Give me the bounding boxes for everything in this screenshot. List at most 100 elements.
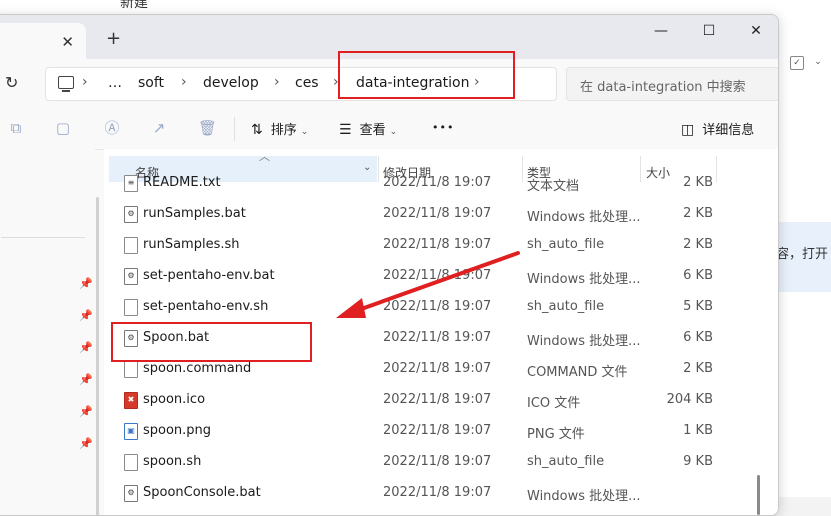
file-date: 2022/11/8 19:07 [383, 423, 492, 438]
refresh-icon[interactable]: ↻ [5, 73, 18, 92]
sort-icon: ⇅ [251, 122, 263, 138]
command-bar: ⧉ ▢ Ⓐ ↗ 🗑 ⇅ 排序 ⌄ ☰ 查看 ⌄ ••• ◫ 详细信息 [0, 109, 778, 150]
file-type: ICO 文件 [527, 396, 581, 411]
sort-ascending-icon: ︿ [259, 150, 270, 163]
file-row[interactable]: ⚙ SpoonConsole.bat 2022/11/8 19:07 Windows … [104, 477, 778, 508]
file-type: COMMAND 文件 [527, 365, 628, 380]
breadcrumb-more[interactable]: … [108, 75, 122, 91]
rename-icon[interactable]: Ⓐ [103, 119, 121, 137]
file-name[interactable]: spoon.sh [143, 454, 201, 469]
file-row[interactable]: ▣ spoon.png 2022/11/8 19:07 PNG 文件 1 KB [104, 415, 778, 446]
nav-scrollbar[interactable] [96, 197, 99, 515]
ico-icon: ✖ [124, 392, 138, 409]
file-date: 2022/11/8 19:07 [383, 454, 492, 469]
file-type: Windows 批处理... [527, 272, 641, 287]
toolbar-divider [234, 117, 235, 141]
file-date: 2022/11/8 19:07 [383, 392, 492, 407]
checkbox-icon[interactable]: ✓ [790, 56, 804, 70]
file-name[interactable]: set-pentaho-env.sh [143, 299, 268, 314]
minimize-icon[interactable]: — [651, 23, 671, 39]
file-size: 1 KB [683, 423, 713, 438]
file-row[interactable]: ≡ README.txt 2022/11/8 19:07 文本文档 2 KB [104, 167, 778, 198]
cut-icon[interactable]: ⧉ [7, 119, 25, 137]
pin-icon[interactable]: 📌 [79, 405, 93, 418]
file-date: 2022/11/8 19:07 [383, 175, 492, 190]
pin-icon[interactable]: 📌 [79, 277, 93, 290]
view-label: 查看 [359, 123, 386, 138]
delete-icon[interactable]: 🗑 [198, 119, 217, 137]
details-pane-icon: ◫ [681, 122, 695, 138]
sort-button[interactable]: ⇅ 排序 ⌄ [251, 119, 308, 138]
view-button[interactable]: ☰ 查看 ⌄ [339, 119, 397, 138]
file-row[interactable]: runSamples.sh 2022/11/8 19:07 sh_auto_file… [104, 229, 778, 260]
file-name[interactable]: README.txt [143, 175, 221, 190]
file-row[interactable]: ⚙ set-pentaho-env.bat 2022/11/8 19:07 Windo… [104, 260, 778, 291]
txt-icon: ≡ [124, 175, 138, 192]
file-row[interactable]: set-pentaho-env.sh 2022/11/8 19:07 sh_auto… [104, 291, 778, 322]
more-options-button[interactable]: ••• [432, 121, 454, 134]
file-name[interactable]: set-pentaho-env.bat [143, 268, 275, 283]
breadcrumb-soft[interactable]: soft [138, 75, 164, 91]
file-row[interactable]: ⚙ runSamples.bat 2022/11/8 19:07 Windows 批处… [104, 198, 778, 229]
details-label: 详细信息 [702, 123, 755, 138]
share-icon[interactable]: ↗ [150, 119, 168, 137]
this-pc-icon[interactable] [58, 76, 74, 92]
file-date: 2022/11/8 19:07 [383, 206, 492, 221]
breadcrumb-separator-icon: › [82, 74, 88, 90]
file-name[interactable]: SpoonConsole.bat [143, 485, 261, 500]
file-size: 9 KB [683, 454, 713, 469]
breadcrumb-develop[interactable]: develop [203, 75, 259, 91]
breadcrumb-separator-icon: › [181, 74, 187, 90]
explorer-tab[interactable]: ✕ [0, 23, 86, 59]
file-name[interactable]: runSamples.sh [143, 237, 239, 252]
pin-icon[interactable]: 📌 [79, 437, 93, 450]
file-name[interactable]: spoon.ico [143, 392, 205, 407]
file-row[interactable]: spoon.sh 2022/11/8 19:07 sh_auto_file 9 KB [104, 446, 778, 477]
file-icon [124, 299, 138, 316]
file-size: 2 KB [683, 237, 713, 252]
chevron-down-icon[interactable]: ⌄ [812, 56, 824, 68]
file-name[interactable]: spoon.png [143, 423, 211, 438]
file-date: 2022/11/8 19:07 [383, 299, 492, 314]
details-pane-button[interactable]: ◫ 详细信息 [681, 119, 754, 138]
annotation-box-address [338, 51, 515, 99]
file-type: Windows 批处理... [527, 210, 641, 225]
file-date: 2022/11/8 19:07 [383, 361, 492, 376]
tab-close-icon[interactable]: ✕ [61, 33, 74, 51]
nav-divider [1, 237, 85, 238]
file-name[interactable]: runSamples.bat [143, 206, 246, 221]
file-type: Windows 批处理... [527, 334, 641, 349]
file-size: 2 KB [683, 175, 713, 190]
file-name[interactable]: spoon.command [143, 361, 251, 376]
pin-icon[interactable]: 📌 [79, 373, 93, 386]
background-title-text: 新建 [120, 0, 148, 11]
file-icon [124, 237, 138, 254]
file-size: 5 KB [683, 299, 713, 314]
file-size: 204 KB [666, 392, 713, 407]
bat-icon: ⚙ [124, 206, 138, 223]
chevron-down-icon: ⌄ [389, 127, 398, 137]
new-tab-icon[interactable]: + [106, 28, 121, 49]
file-date: 2022/11/8 19:07 [383, 268, 492, 283]
view-icon: ☰ [339, 122, 352, 138]
close-icon[interactable]: ✕ [746, 23, 766, 39]
pin-icon[interactable]: 📌 [79, 341, 93, 354]
bat-icon: ⚙ [124, 268, 138, 285]
file-date: 2022/11/8 19:07 [383, 237, 492, 252]
file-type: PNG 文件 [527, 427, 585, 442]
file-list-scrollbar[interactable] [757, 475, 760, 515]
file-size: 6 KB [683, 268, 713, 283]
breadcrumb-ces[interactable]: ces [295, 75, 319, 91]
search-placeholder: 在 data-integration 中搜索 [580, 80, 746, 95]
file-row[interactable]: ✖ spoon.ico 2022/11/8 19:07 ICO 文件 204 KB [104, 384, 778, 415]
png-icon: ▣ [124, 423, 138, 440]
search-input[interactable]: 在 data-integration 中搜索 [566, 67, 778, 101]
maximize-icon[interactable]: ☐ [699, 23, 719, 39]
file-type: sh_auto_file [527, 299, 605, 314]
file-size: 2 KB [683, 361, 713, 376]
file-size: 2 KB [683, 206, 713, 221]
pin-icon[interactable]: 📌 [79, 309, 93, 322]
paste-icon[interactable]: ▢ [54, 119, 72, 137]
bat-icon: ⚙ [124, 485, 138, 502]
background-right-pane: ✓ ⌄ 容，打开 [776, 0, 831, 497]
